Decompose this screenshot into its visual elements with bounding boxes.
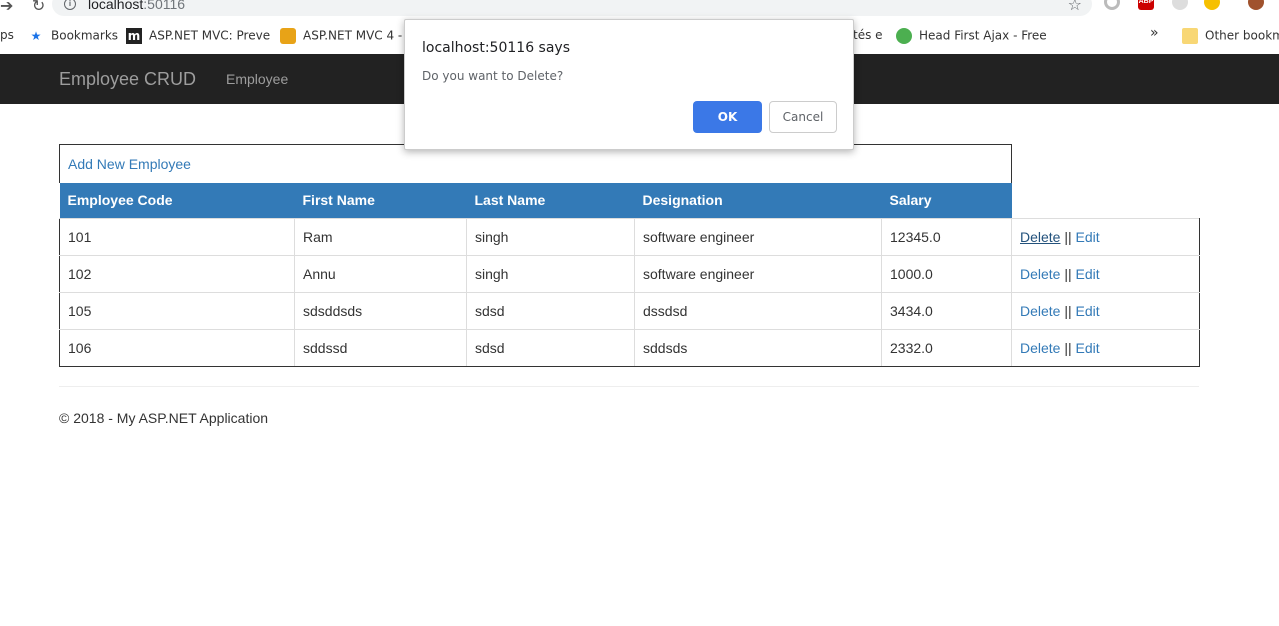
confirm-dialog: localhost:50116 says Do you want to Dele… [404, 19, 854, 150]
add-new-employee-link[interactable]: Add New Employee [68, 156, 191, 172]
action-separator: || [1060, 340, 1076, 356]
table-row: 102 Annu singh software engineer 1000.0 … [59, 255, 1200, 293]
adblock-icon[interactable]: ABP [1138, 0, 1154, 10]
star-icon: ★ [30, 29, 42, 43]
dialog-message: Do you want to Delete? [422, 69, 564, 83]
cell-code: 102 [59, 255, 295, 293]
nav-link-employee[interactable]: Employee [226, 71, 288, 87]
delete-link[interactable]: Delete [1020, 303, 1060, 319]
asp-icon [280, 28, 296, 44]
m-icon: m [126, 28, 142, 44]
delete-link[interactable]: Delete [1020, 340, 1060, 356]
cell-designation: dssdsd [634, 292, 882, 330]
footer-divider [59, 386, 1199, 387]
cell-last-name: singh [466, 218, 635, 256]
edit-link[interactable]: Edit [1076, 340, 1100, 356]
cell-code: 101 [59, 218, 295, 256]
add-row: Add New Employee [59, 144, 1200, 183]
bookmark-other-bookmarks[interactable]: Other bookma [1182, 28, 1279, 44]
edit-link[interactable]: Edit [1076, 266, 1100, 282]
info-icon[interactable]: i [64, 0, 76, 10]
header-designation: Designation [634, 182, 882, 219]
cell-first-name: sdsddsds [294, 292, 467, 330]
edit-link[interactable]: Edit [1076, 303, 1100, 319]
footer-text: © 2018 - My ASP.NET Application [59, 410, 269, 426]
header-first-name: First Name [294, 182, 467, 219]
browser-omnibar: ➔ ↻ i localhost:50116 ☆ ABP [0, 0, 1279, 18]
bookmark-aspnet-mvc4[interactable]: ASP.NET MVC 4 - P [280, 28, 413, 44]
cell-salary: 1000.0 [881, 255, 1012, 293]
cell-actions: Delete || Edit [1011, 255, 1200, 293]
folder-icon [1182, 28, 1198, 44]
cell-last-name: sdsd [466, 292, 635, 330]
brand-link[interactable]: Employee CRUD [59, 69, 196, 90]
green-ball-icon [896, 28, 912, 44]
cell-first-name: Annu [294, 255, 467, 293]
cell-salary: 12345.0 [881, 218, 1012, 256]
edit-link[interactable]: Edit [1076, 229, 1100, 245]
url-text: localhost:50116 [88, 0, 186, 12]
cell-salary: 2332.0 [881, 329, 1012, 367]
address-bar[interactable]: i localhost:50116 ☆ [52, 0, 1092, 16]
bookmark-aspnet-mvc-preve[interactable]: m ASP.NET MVC: Preve [126, 28, 270, 44]
bookmark-folder-bookmarks[interactable]: ★ Bookmarks [28, 28, 118, 44]
bookmark-head-first-ajax[interactable]: Head First Ajax - Free [896, 28, 1047, 44]
cell-actions: Delete || Edit [1011, 292, 1200, 330]
header-salary: Salary [881, 182, 1012, 219]
header-employee-code: Employee Code [59, 182, 295, 219]
table-row: 105 sdsddsds sdsd dssdsd 3434.0 Delete |… [59, 292, 1200, 330]
cell-last-name: sdsd [466, 329, 635, 367]
bookmark-star-icon[interactable]: ☆ [1068, 0, 1082, 15]
cell-actions: Delete || Edit [1011, 329, 1200, 367]
table-header-row: Employee Code First Name Last Name Desig… [59, 182, 1200, 219]
bookmark-partial[interactable]: tés e [853, 28, 883, 42]
cell-first-name: sddssd [294, 329, 467, 367]
cell-code: 106 [59, 329, 295, 367]
cancel-button[interactable]: Cancel [769, 101, 837, 133]
main-content: Add New Employee Employee Code First Nam… [59, 144, 1200, 367]
employee-table: Add New Employee Employee Code First Nam… [59, 144, 1200, 367]
cell-actions: Delete || Edit [1011, 218, 1200, 256]
table-row: 106 sddssd sdsd sddsds 2332.0 Delete || … [59, 329, 1200, 367]
ok-button[interactable]: OK [693, 101, 762, 133]
cell-designation: software engineer [634, 218, 882, 256]
profile-avatar[interactable] [1248, 0, 1264, 10]
add-cell: Add New Employee [59, 144, 1012, 183]
delete-link[interactable]: Delete [1020, 266, 1060, 282]
cell-designation: sddsds [634, 329, 882, 367]
cell-code: 105 [59, 292, 295, 330]
cell-first-name: Ram [294, 218, 467, 256]
delete-link[interactable]: Delete [1020, 229, 1060, 245]
action-separator: || [1060, 229, 1076, 245]
more-bookmarks-chevron-icon[interactable]: » [1150, 25, 1159, 41]
bookmark-apps[interactable]: ps [0, 28, 14, 42]
extension-icon[interactable] [1172, 0, 1188, 10]
dialog-title: localhost:50116 says [422, 40, 570, 56]
table-row: 101 Ram singh software engineer 12345.0 … [59, 218, 1200, 256]
action-separator: || [1060, 303, 1076, 319]
header-last-name: Last Name [466, 182, 635, 219]
forward-icon[interactable]: ➔ [0, 0, 13, 16]
browser-nav-buttons: ➔ ↻ [0, 0, 51, 16]
cell-designation: software engineer [634, 255, 882, 293]
action-separator: || [1060, 266, 1076, 282]
extension-circle-icon[interactable] [1104, 0, 1120, 10]
moon-extension-icon[interactable] [1204, 0, 1220, 10]
cell-salary: 3434.0 [881, 292, 1012, 330]
reload-icon[interactable]: ↻ [32, 0, 45, 16]
cell-last-name: singh [466, 255, 635, 293]
